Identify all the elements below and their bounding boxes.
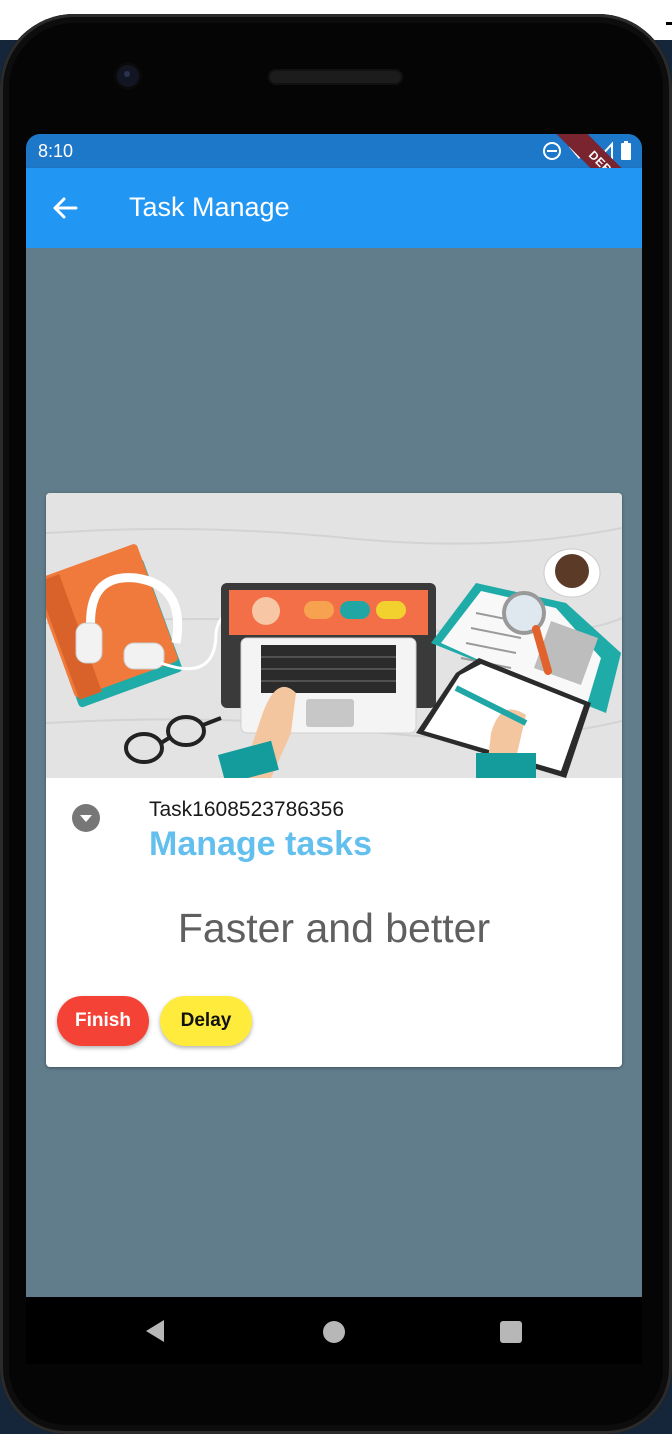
task-card[interactable]: Task1608523786356 Manage tasks Faster an… <box>46 493 622 1067</box>
system-navigation-bar <box>26 1297 642 1364</box>
task-title: Manage tasks <box>149 825 372 863</box>
nav-home-icon[interactable] <box>323 1321 345 1343</box>
nav-back-icon[interactable] <box>144 1319 166 1343</box>
arrow-back-icon[interactable] <box>52 195 78 221</box>
corner-mark <box>666 22 672 25</box>
finish-button[interactable]: Finish <box>57 996 149 1046</box>
status-bar: 8:10 DEBUG <box>26 134 642 230</box>
task-description: Faster and better <box>177 905 491 951</box>
app-bar: Task Manage <box>26 168 642 248</box>
workspace-illustration <box>46 493 622 778</box>
content-area: Task1608523786356 Manage tasks Faster an… <box>26 248 642 1297</box>
nav-recents-icon[interactable] <box>500 1321 522 1343</box>
status-time: 8:10 <box>38 141 74 161</box>
page-title: Task Manage <box>129 192 290 222</box>
device-screen: 8:10 DEBUG <box>26 134 642 1364</box>
expand-more-circle-icon[interactable] <box>71 803 101 833</box>
do-not-disturb-icon <box>543 142 561 160</box>
earpiece-speaker <box>268 69 403 85</box>
task-id: Task1608523786356 <box>149 798 345 821</box>
battery-icon <box>621 141 631 160</box>
front-camera <box>117 65 139 87</box>
delay-button[interactable]: Delay <box>160 996 252 1046</box>
phone-frame: 8:10 DEBUG <box>0 14 672 1434</box>
